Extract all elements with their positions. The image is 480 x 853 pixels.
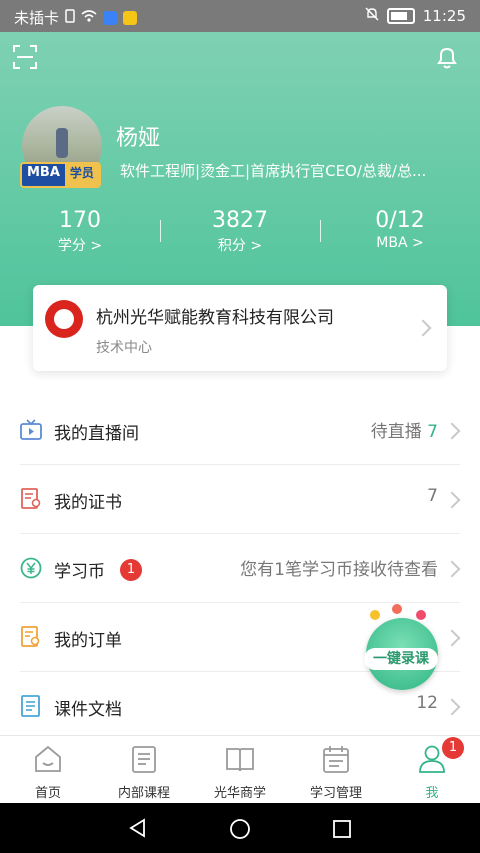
certificate-count: 7 <box>427 486 438 506</box>
chevron-right-icon <box>443 698 461 716</box>
tab-home[interactable]: 首页 <box>0 736 96 803</box>
chevron-right-icon <box>443 491 461 509</box>
battery-icon <box>386 8 415 24</box>
recent-apps-icon[interactable] <box>332 819 352 843</box>
live-count: 7 <box>427 422 438 442</box>
stat-credits-value: 170 <box>59 208 101 233</box>
menu-label: 我的直播间 <box>54 424 139 444</box>
message-notification-icon <box>123 10 138 25</box>
menu-item-certificates[interactable]: 我的证书 7 <box>0 466 480 534</box>
back-icon[interactable] <box>128 818 148 842</box>
decor-dot <box>392 604 402 614</box>
menu-label: 课件文档 <box>54 700 122 720</box>
decor-dot <box>370 610 380 620</box>
stat-mba-value: 0/12 <box>375 208 425 233</box>
clock-text: 11:25 <box>422 7 466 25</box>
chevron-right-icon <box>443 560 461 578</box>
badge-left-text: MBA <box>22 164 65 186</box>
scan-icon[interactable] <box>12 44 38 70</box>
mba-student-badge: MBA 学员 <box>20 162 101 188</box>
stat-mba[interactable]: 0/12 MBA > <box>320 208 480 251</box>
live-status-text: 待直播 <box>370 422 422 442</box>
tab-learning-management[interactable]: 学习管理 <box>288 736 384 803</box>
notification-badge: 1 <box>120 559 142 581</box>
stat-points[interactable]: 3827 积分 > <box>160 208 320 255</box>
coin-notice: 您有1笔学习币接收待查看 <box>240 560 438 580</box>
tab-label: 首页 <box>34 786 61 801</box>
avatar-figure <box>56 128 68 158</box>
stat-mba-label: MBA > <box>376 235 424 251</box>
app-notification-icon <box>103 10 118 25</box>
order-icon <box>20 626 42 648</box>
tv-icon <box>20 419 42 441</box>
divider <box>20 464 460 465</box>
course-icon <box>129 744 159 774</box>
tab-internal-courses[interactable]: 内部课程 <box>96 736 192 803</box>
tab-guanghua-business[interactable]: 光华商学 <box>192 736 288 803</box>
coin-icon <box>20 557 42 579</box>
quick-record-label: 一键录课 <box>364 648 438 670</box>
company-name: 杭州光华赋能教育科技有限公司 <box>96 308 334 328</box>
tab-me[interactable]: 1 我 <box>384 736 480 803</box>
stat-credits-label: 学分 > <box>57 238 103 254</box>
tab-label: 内部课程 <box>117 786 170 801</box>
system-navigation-bar <box>0 803 480 853</box>
chevron-right-icon <box>443 629 461 647</box>
decor-dot <box>416 610 426 620</box>
menu-label: 学习币 <box>54 562 105 582</box>
live-status: 待直播 7 <box>371 417 438 442</box>
bell-icon[interactable] <box>434 44 460 70</box>
home-nav-icon[interactable] <box>229 818 251 844</box>
certificate-icon <box>20 488 42 510</box>
tab-label: 我 <box>425 786 439 801</box>
status-right: 11:25 <box>365 7 466 25</box>
sim-icon <box>65 8 75 27</box>
chevron-right-icon <box>414 319 432 337</box>
company-logo-icon <box>45 300 83 338</box>
stat-points-label: 积分 > <box>217 238 263 254</box>
tab-notification-badge: 1 <box>442 737 464 759</box>
tab-label: 光华商学 <box>213 786 266 801</box>
company-card[interactable]: 杭州光华赋能教育科技有限公司 技术中心 <box>33 285 447 371</box>
user-bio[interactable]: 软件工程师|烫金工|首席执行官CEO/总裁/总... <box>120 160 450 181</box>
company-department: 技术中心 <box>96 340 152 356</box>
menu-label: 我的订单 <box>54 631 122 651</box>
mute-icon <box>365 7 379 25</box>
calendar-icon <box>321 744 351 774</box>
user-name[interactable]: 杨娅 <box>116 120 160 152</box>
carrier-text: 未插卡 <box>14 9 60 27</box>
badge-right-text: 学员 <box>64 164 99 186</box>
status-bar: 未插卡 11:25 <box>0 0 480 32</box>
menu-item-live-room[interactable]: 我的直播间 待直播 7 <box>0 397 480 465</box>
home-icon <box>33 744 63 774</box>
chevron-right-icon <box>443 422 461 440</box>
bottom-tab-bar: 首页 内部课程 光华商学 学习管理 1 我 <box>0 735 480 803</box>
status-left: 未插卡 <box>14 7 138 28</box>
stat-credits[interactable]: 170 学分 > <box>0 208 160 255</box>
document-icon <box>20 695 42 717</box>
menu-item-study-coins[interactable]: 学习币 1 您有1笔学习币接收待查看 <box>0 535 480 603</box>
book-icon <box>225 744 255 774</box>
wifi-icon <box>81 9 97 27</box>
divider <box>20 533 460 534</box>
quick-record-button[interactable]: 一键录课 <box>360 604 442 690</box>
stat-points-value: 3827 <box>212 208 268 233</box>
courseware-count: 12 <box>416 693 438 713</box>
tab-label: 学习管理 <box>309 786 362 801</box>
menu-label: 我的证书 <box>54 493 122 513</box>
divider <box>20 602 460 603</box>
